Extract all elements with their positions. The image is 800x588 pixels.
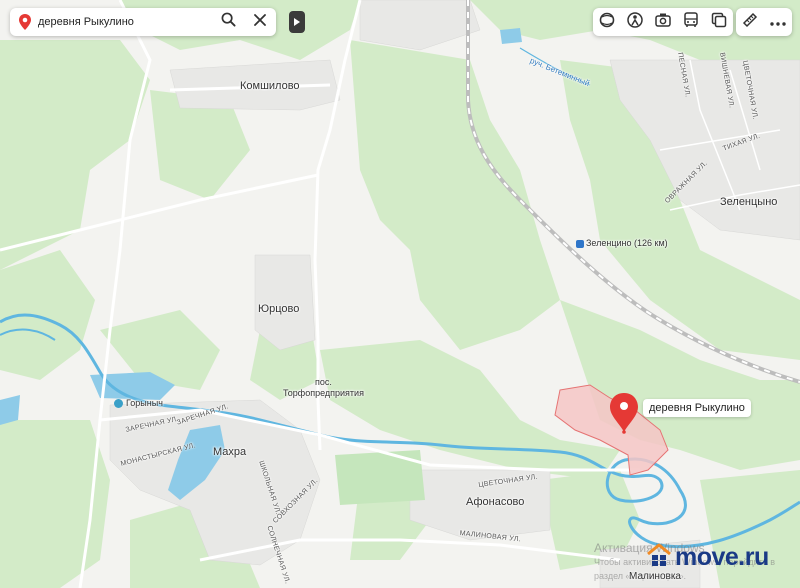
photo-button[interactable] [649,8,677,36]
search-input[interactable]: деревня Рыкулино [36,16,212,28]
label-afonasovo: Афонасово [466,496,525,508]
label-makhra: Махра [213,446,247,458]
label-komshilovo: Комшилово [240,80,300,92]
label-torf-pos: пос. [315,377,332,387]
label-yurtsovo: Юрцово [258,303,300,315]
more-icon [770,13,786,31]
label-station: Зеленцино (126 км) [576,238,668,248]
panel-toggle-button[interactable] [289,11,305,33]
field-area [335,450,425,505]
map-canvas[interactable] [0,0,800,588]
ruler-button[interactable] [736,8,764,36]
label-malinovka: Малиновка [629,571,681,582]
layers-toolbar[interactable] [593,8,733,36]
panorama-button[interactable] [621,8,649,36]
overlay-button[interactable] [705,8,733,36]
layers-icon [598,11,616,34]
placemark-label[interactable]: деревня Рыкулино [643,399,751,417]
panorama-icon [626,11,644,34]
search-bar[interactable]: деревня Рыкулино [10,8,276,36]
location-pin-icon [14,8,36,36]
more-button[interactable] [764,8,792,36]
brand-logo: move.ru [646,543,769,572]
clear-button[interactable] [244,8,276,36]
house-logo-icon [646,543,672,572]
tools-toolbar[interactable] [736,8,792,36]
label-torfopredpriyatiya: Торфопредприятия [283,388,364,398]
transit-button[interactable] [677,8,705,36]
play-arrow-icon [294,13,300,31]
layers-button[interactable] [593,8,621,36]
close-icon [254,13,266,31]
label-zelentsyno: Зеленцыно [720,196,778,208]
transit-icon [683,11,699,34]
brand-name: move.ru [675,543,769,571]
poi-icon [114,399,123,409]
search-button[interactable] [212,8,244,36]
train-station-icon [576,239,584,248]
label-gorynych: Горыныч [114,398,163,409]
camera-icon [654,12,672,33]
search-icon [221,12,236,32]
overlay-icon [711,12,727,33]
ruler-icon [742,12,758,33]
